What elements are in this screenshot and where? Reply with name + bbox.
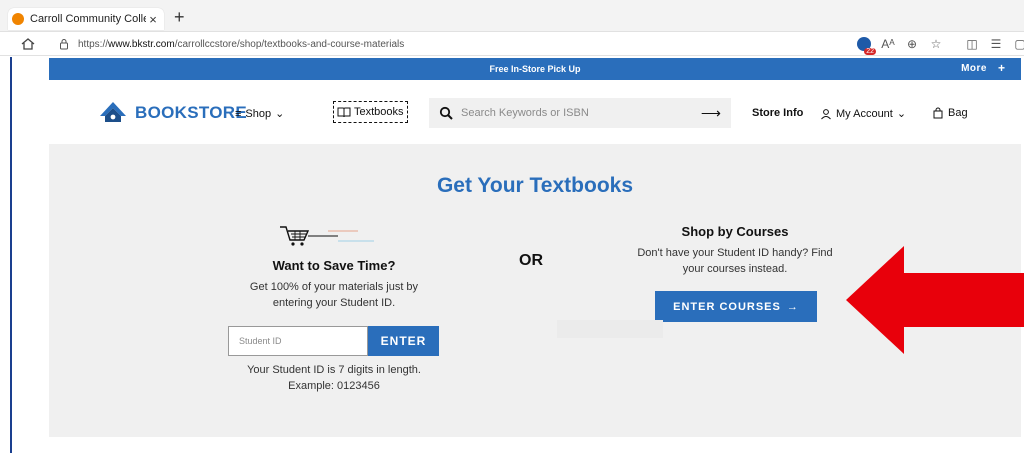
search-submit-arrow-icon[interactable]: ⟶ bbox=[701, 105, 721, 122]
menu-icon: ≡ bbox=[235, 107, 242, 120]
page-edge-line bbox=[10, 57, 12, 453]
read-aloud-icon[interactable]: Aᴬ bbox=[880, 36, 896, 52]
browser-window: Carroll Community College New × + https:… bbox=[0, 0, 1024, 453]
tab-close-icon[interactable]: × bbox=[146, 12, 160, 27]
site-header: BOOKSTORE ≡ Shop ⌄ Textbooks ⟶ Store Inf… bbox=[49, 80, 1021, 144]
enter-courses-button[interactable]: ENTER COURSES → bbox=[655, 291, 817, 322]
or-divider-label: OR bbox=[519, 252, 543, 269]
bookstore-logo-icon[interactable] bbox=[98, 96, 128, 126]
browser-tab[interactable]: Carroll Community College New × bbox=[8, 8, 164, 30]
promo-banner: Free In-Store Pick Up More + bbox=[49, 58, 1021, 80]
search-icon bbox=[439, 106, 453, 120]
arrow-right-icon: → bbox=[786, 300, 799, 313]
shopping-cart-icon bbox=[280, 226, 374, 246]
my-account-label: My Account bbox=[836, 107, 893, 120]
shop-by-courses-description: Don't have your Student ID handy? Find y… bbox=[637, 247, 833, 275]
red-pointer-arrow-icon bbox=[846, 246, 1024, 354]
my-account-menu[interactable]: My Account ⌄ bbox=[820, 107, 906, 120]
promo-more-label[interactable]: More bbox=[961, 63, 987, 74]
logo-text[interactable]: BOOKSTORE bbox=[135, 103, 247, 123]
search-bar: ⟶ bbox=[429, 98, 731, 128]
address-bar: https://www.bkstr.com/carrollccstore/sho… bbox=[0, 32, 1024, 56]
student-id-help-text: Your Student ID is 7 digits in length. E… bbox=[247, 364, 421, 392]
page-title: Get Your Textbooks bbox=[436, 174, 634, 197]
shop-by-courses-title: Shop by Courses bbox=[681, 224, 789, 239]
site-favicon-icon bbox=[12, 13, 24, 25]
bag-link[interactable]: Bag bbox=[932, 107, 968, 119]
lock-icon[interactable] bbox=[58, 38, 70, 50]
url-path: /carrollccstore/shop/textbooks-and-cours… bbox=[174, 38, 405, 50]
save-time-description: Get 100% of your materials just by enter… bbox=[249, 281, 419, 309]
chevron-down-icon: ⌄ bbox=[896, 108, 907, 120]
tab-title: Carroll Community College New bbox=[30, 13, 146, 25]
url-field[interactable]: https://www.bkstr.com/carrollccstore/sho… bbox=[50, 34, 840, 54]
enter-student-id-button[interactable]: ENTER bbox=[368, 326, 439, 356]
enter-courses-label: ENTER COURSES bbox=[673, 300, 781, 313]
url-prefix: https:// bbox=[78, 38, 109, 50]
url-host: www.bkstr.com bbox=[108, 38, 175, 50]
promo-text[interactable]: Free In-Store Pick Up bbox=[49, 64, 1021, 74]
split-screen-icon[interactable]: ◫ bbox=[964, 36, 980, 52]
extension-badge-icon: 22 bbox=[857, 37, 876, 55]
shop-label: Shop bbox=[245, 107, 272, 120]
extension-badge-count: 22 bbox=[864, 48, 876, 55]
user-icon bbox=[821, 108, 831, 119]
shop-menu[interactable]: ≡ Shop ⌄ bbox=[235, 107, 285, 121]
bag-label: Bag bbox=[948, 107, 968, 119]
store-info-link[interactable]: Store Info bbox=[752, 107, 803, 119]
extension-icon[interactable]: 22 bbox=[856, 36, 876, 55]
tab-bar: Carroll Community College New × + bbox=[0, 0, 1024, 32]
zoom-icon[interactable]: ⊕ bbox=[904, 36, 920, 52]
save-time-title: Want to Save Time? bbox=[272, 258, 396, 273]
promo-expand-icon[interactable]: + bbox=[998, 61, 1005, 75]
favorite-star-icon[interactable]: ☆ bbox=[928, 36, 944, 52]
favorites-list-icon[interactable]: ☰ bbox=[988, 36, 1004, 52]
new-tab-button[interactable]: + bbox=[174, 8, 185, 26]
faded-placeholder bbox=[557, 320, 663, 338]
bag-icon bbox=[933, 107, 943, 119]
search-input[interactable] bbox=[461, 107, 701, 119]
collections-icon[interactable]: ▢ bbox=[1012, 36, 1024, 52]
book-icon bbox=[337, 107, 351, 118]
textbooks-button[interactable]: Textbooks bbox=[333, 101, 408, 123]
home-icon[interactable] bbox=[20, 36, 36, 52]
student-id-input[interactable] bbox=[228, 326, 368, 356]
textbooks-label: Textbooks bbox=[354, 106, 404, 118]
chevron-down-icon: ⌄ bbox=[275, 108, 285, 120]
